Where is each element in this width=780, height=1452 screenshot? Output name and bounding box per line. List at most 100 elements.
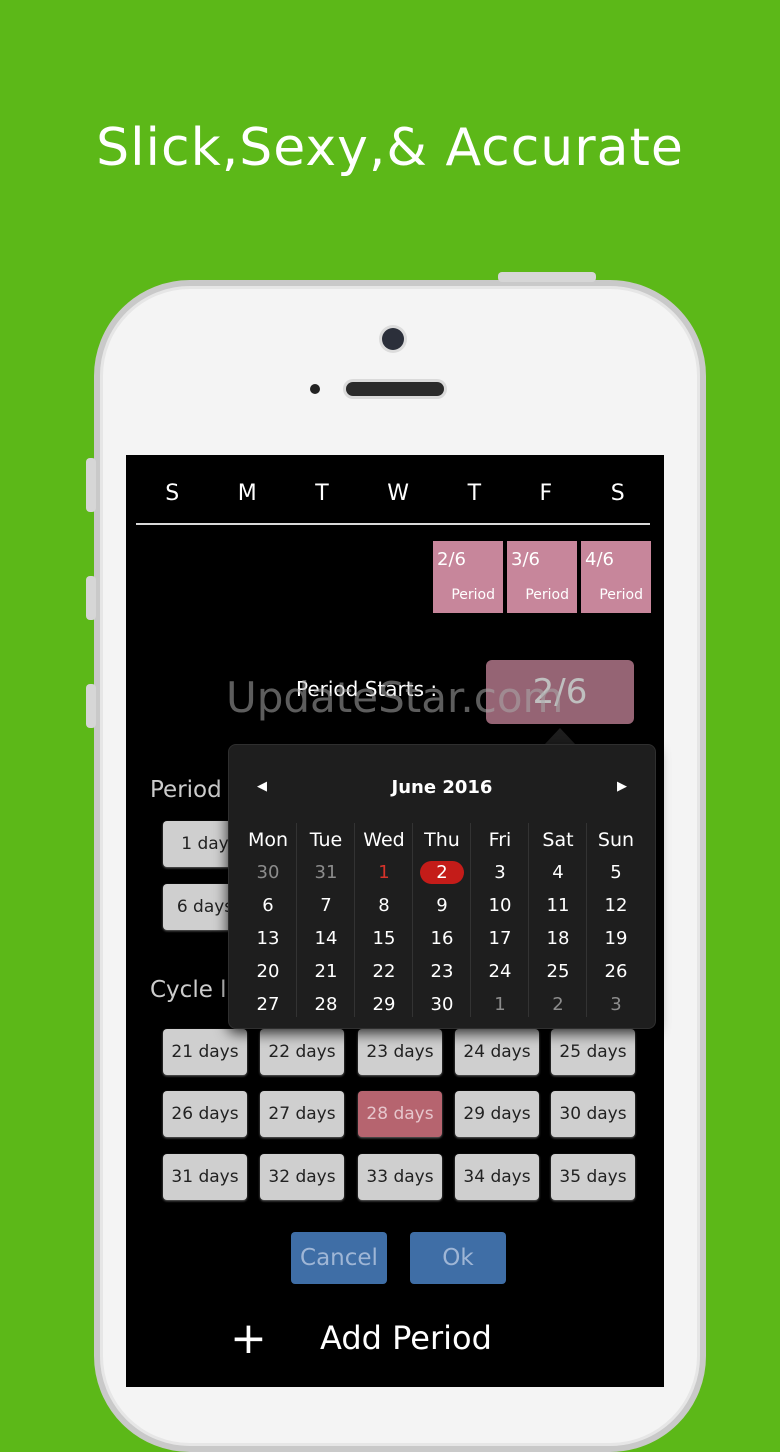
period-day-cell[interactable]: 4/6 Period: [581, 541, 651, 613]
calendar-day[interactable]: 9: [413, 889, 471, 922]
calendar-day[interactable]: 10: [471, 889, 529, 922]
calendar-day-header: Sun: [597, 828, 635, 851]
cycle-option[interactable]: 30 days: [551, 1091, 635, 1137]
calendar-day[interactable]: 12: [587, 889, 645, 922]
silent-switch: [86, 458, 96, 512]
calendar-week-row: 20 21 22 23 24 25 26: [239, 955, 645, 988]
calendar-day-header: Tue: [309, 828, 343, 851]
cycle-option[interactable]: 32 days: [260, 1154, 344, 1200]
cycle-section-label: Cycle l: [150, 977, 227, 1003]
weekday-header: S M T W T F S: [136, 481, 654, 506]
calendar-day-outside[interactable]: 3: [587, 988, 645, 1021]
calendar-title: June 2016: [391, 777, 493, 798]
cycle-option[interactable]: 31 days: [163, 1154, 247, 1200]
add-period-button[interactable]: Add Period: [320, 1319, 492, 1357]
calendar-day[interactable]: 6: [239, 889, 297, 922]
weekday-label: T: [315, 481, 329, 506]
calendar-week-row: 6 7 8 9 10 11 12: [239, 889, 645, 922]
calendar-day[interactable]: 13: [239, 922, 297, 955]
weekday-label: F: [539, 481, 553, 506]
watermark: UpdateStar.com: [226, 673, 564, 722]
sensor-dot: [310, 384, 320, 394]
period-label: Period: [599, 587, 643, 603]
calendar-day[interactable]: 3: [471, 856, 529, 889]
calendar-day-header: Wed: [363, 828, 405, 851]
calendar-day-headers: Mon Tue Wed Thu Fri Sat Sun: [239, 823, 645, 856]
calendar-day[interactable]: 28: [297, 988, 355, 1021]
calendar-day[interactable]: 23: [413, 955, 471, 988]
period-day-cell[interactable]: 2/6 Period: [433, 541, 503, 613]
calendar-day[interactable]: 21: [297, 955, 355, 988]
headline: Slick,Sexy,& Accurate: [96, 118, 684, 178]
cycle-option[interactable]: 27 days: [260, 1091, 344, 1137]
cycle-option[interactable]: 26 days: [163, 1091, 247, 1137]
calendar-day[interactable]: 17: [471, 922, 529, 955]
cycle-option[interactable]: 21 days: [163, 1029, 247, 1075]
calendar-week-row: 13 14 15 16 17 18 19: [239, 922, 645, 955]
date-picker-popover: ◀ June 2016 ▶ Mon Tue Wed Thu Fri Sat Sun 30 31 1…: [228, 744, 656, 1029]
speaker-grille: [346, 382, 444, 396]
period-label: Period: [525, 587, 569, 603]
period-label: Period: [451, 587, 495, 603]
cycle-option[interactable]: 34 days: [455, 1154, 539, 1200]
calendar-day[interactable]: 18: [529, 922, 587, 955]
period-day-cell[interactable]: 3/6 Period: [507, 541, 577, 613]
weekday-label: S: [165, 481, 180, 506]
weekday-label: W: [387, 481, 410, 506]
calendar-day-header: Sat: [542, 828, 574, 851]
cycle-option-selected[interactable]: 28 days: [358, 1091, 442, 1137]
period-date: 4/6: [585, 549, 614, 570]
ok-button[interactable]: Ok: [410, 1232, 506, 1284]
calendar-day[interactable]: 24: [471, 955, 529, 988]
cycle-option[interactable]: 29 days: [455, 1091, 539, 1137]
calendar-day-header: Thu: [424, 828, 460, 851]
calendar-day[interactable]: 25: [529, 955, 587, 988]
period-section-label: Period: [150, 777, 222, 803]
divider: [136, 523, 650, 525]
calendar-day-outside[interactable]: 31: [297, 856, 355, 889]
period-date: 2/6: [437, 549, 466, 570]
weekday-label: T: [467, 481, 482, 506]
calendar-day[interactable]: 8: [355, 889, 413, 922]
cycle-option[interactable]: 22 days: [260, 1029, 344, 1075]
calendar-day[interactable]: 16: [413, 922, 471, 955]
calendar-day-today[interactable]: 1: [355, 856, 413, 889]
cycle-option[interactable]: 23 days: [358, 1029, 442, 1075]
weekday-label: S: [610, 481, 625, 506]
calendar-day[interactable]: 30: [413, 988, 471, 1021]
weekday-label: M: [237, 481, 257, 506]
calendar-grid: Mon Tue Wed Thu Fri Sat Sun 30 31 1 2 3 4 5 6 7 8 9 10 11 12…: [239, 823, 645, 1021]
calendar-day-outside[interactable]: 30: [239, 856, 297, 889]
calendar-day[interactable]: 4: [529, 856, 587, 889]
cancel-button[interactable]: Cancel: [291, 1232, 387, 1284]
calendar-day[interactable]: 5: [587, 856, 645, 889]
camera-icon: [382, 328, 404, 350]
calendar-day-outside[interactable]: 2: [529, 988, 587, 1021]
calendar-day[interactable]: 14: [297, 922, 355, 955]
calendar-day[interactable]: 27: [239, 988, 297, 1021]
calendar-day-header: Fri: [488, 828, 512, 851]
calendar-day[interactable]: 19: [587, 922, 645, 955]
calendar-day[interactable]: 29: [355, 988, 413, 1021]
calendar-week-row: 27 28 29 30 1 2 3: [239, 988, 645, 1021]
calendar-day[interactable]: 26: [587, 955, 645, 988]
calendar-day[interactable]: 20: [239, 955, 297, 988]
volume-down-button: [86, 684, 96, 728]
cycle-option[interactable]: 25 days: [551, 1029, 635, 1075]
popover-arrow: [544, 728, 576, 745]
calendar-week-row: 30 31 1 2 3 4 5: [239, 856, 645, 889]
calendar-day[interactable]: 15: [355, 922, 413, 955]
plus-icon[interactable]: +: [230, 1313, 267, 1364]
cycle-option[interactable]: 35 days: [551, 1154, 635, 1200]
cycle-option[interactable]: 24 days: [455, 1029, 539, 1075]
next-month-icon[interactable]: ▶: [617, 779, 627, 794]
cycle-option[interactable]: 33 days: [358, 1154, 442, 1200]
calendar-day[interactable]: 11: [529, 889, 587, 922]
calendar-day-outside[interactable]: 1: [471, 988, 529, 1021]
period-date: 3/6: [511, 549, 540, 570]
calendar-day-selected[interactable]: 2: [413, 856, 471, 889]
calendar-day-header: Mon: [247, 828, 289, 851]
calendar-day[interactable]: 7: [297, 889, 355, 922]
volume-up-button: [86, 576, 96, 620]
calendar-day[interactable]: 22: [355, 955, 413, 988]
